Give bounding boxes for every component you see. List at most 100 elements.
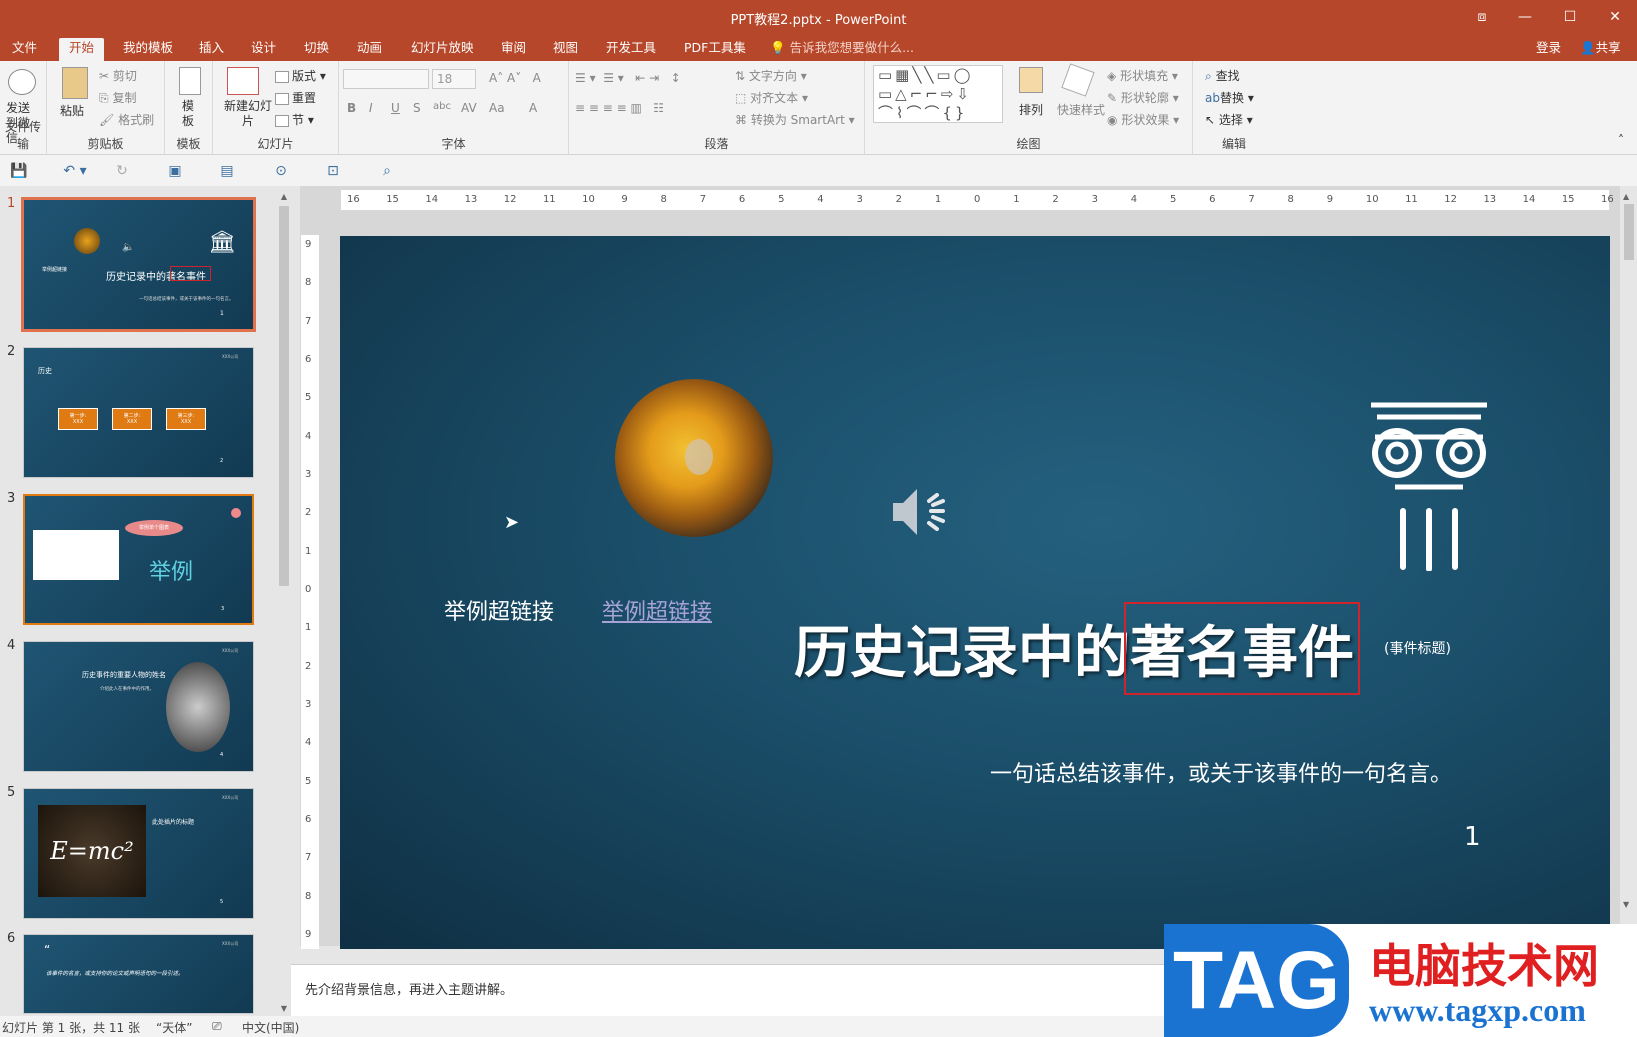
thumb-number: 3 — [7, 491, 16, 506]
tab-design[interactable]: 设计 — [241, 38, 286, 61]
close-button[interactable]: ✕ — [1595, 4, 1635, 30]
share-button[interactable]: 👤共享 — [1570, 38, 1631, 61]
save-icon[interactable]: 💾 — [10, 163, 28, 179]
tab-my-templates[interactable]: 我的模板 — [113, 38, 183, 61]
hyperlink-styled[interactable]: 举例超链接 — [602, 594, 712, 626]
paste-button[interactable]: 粘贴 — [60, 102, 84, 119]
thumbnail-scrollbar[interactable]: ▲ ▼ — [277, 192, 291, 1016]
slide-canvas[interactable]: 举例超链接 举例超链接 ➤ 历史记录中的著名事件 (事件标题) 一句话总结该事件… — [340, 236, 1610, 949]
ribbon-display-icon[interactable]: ⧈ — [1462, 4, 1502, 30]
hyperlink-plain[interactable]: 举例超链接 — [444, 594, 554, 626]
spellcheck-icon[interactable]: ⎚ — [212, 1019, 222, 1034]
find-button[interactable]: ⌕ 查找 — [1205, 67, 1240, 84]
ruler-tick-label: 7 — [305, 852, 312, 864]
smartart-button[interactable]: ⌘ 转换为 SmartArt ▾ — [735, 111, 855, 128]
tab-file[interactable]: 文件 — [2, 38, 47, 61]
scroll-up-icon[interactable]: ▲ — [277, 192, 291, 202]
shape-effects-button[interactable]: ◉ 形状效果 ▾ — [1107, 111, 1179, 128]
tab-animations[interactable]: 动画 — [347, 38, 392, 61]
slide-page-number: 1 — [1464, 822, 1481, 852]
replace-button[interactable]: ab替换 ▾ — [1205, 89, 1254, 106]
paint-bucket-icon: ◈ — [1107, 69, 1117, 83]
shape-fill-button[interactable]: ◈ 形状填充 ▾ — [1107, 67, 1178, 84]
tab-view[interactable]: 视图 — [543, 38, 588, 61]
bullets-icon[interactable]: ☰ ▾ ☰ ▾ ⇤ ⇥ ↕ — [575, 71, 681, 85]
minimize-button[interactable]: — — [1505, 4, 1545, 30]
thumbnail-slide-6[interactable]: XXX公司 “ 该事件的名言，或支持你的论文或声明语句的一段引述。 — [23, 934, 254, 1014]
align-icons[interactable]: ≡ ≡ ≡ ≡ ▥ ☷ — [575, 101, 664, 115]
slide-title[interactable]: 历史记录中的著名事件 — [794, 602, 1360, 695]
copy-button[interactable]: ⎘ 复制 — [99, 89, 136, 106]
thumbnail-slide-1[interactable]: 🔈 🏛 举例超链接 历史记录中的著名事件 一句话总结该事件，或关于该事件的一句名… — [21, 197, 256, 332]
scroll-down-icon[interactable]: ▼ — [277, 1004, 291, 1014]
slideshow-from-current-icon[interactable]: ⊙ — [272, 163, 290, 179]
char-spacing-icon[interactable]: AV — [461, 101, 477, 115]
new-slide-button[interactable]: 新建幻灯片 — [223, 99, 273, 129]
tab-home[interactable]: 开始 — [59, 38, 105, 61]
tab-review[interactable]: 审阅 — [491, 38, 536, 61]
grow-font-icon[interactable]: A˄ A˅ A — [489, 71, 541, 85]
quick-styles-button[interactable]: 快速样式 — [1057, 101, 1105, 118]
arrange-button[interactable]: 排列 — [1019, 101, 1043, 118]
template-button[interactable]: 模板 — [182, 99, 196, 129]
scroll-down-icon[interactable]: ▼ — [1623, 900, 1629, 909]
ruler-tick-label: 5 — [305, 392, 312, 404]
editor-scrollbar[interactable]: ▲ ▼ — [1621, 190, 1637, 960]
tell-me-box[interactable]: 💡 告诉我您想要做什么... — [760, 38, 924, 61]
new-slide-qat-icon[interactable]: ▣ — [166, 163, 184, 179]
select-button[interactable]: ↖ 选择 ▾ — [1205, 111, 1253, 128]
tab-slideshow[interactable]: 幻灯片放映 — [401, 38, 484, 61]
ruler-tick-label: 4 — [305, 430, 312, 442]
strikethrough-icon[interactable]: abc — [433, 101, 451, 112]
slide-thumbnail-panel: 1 🔈 🏛 举例超链接 历史记录中的著名事件 一句话总结该事件，或关于该事件的一… — [0, 186, 278, 1016]
change-case-icon[interactable]: Aa — [489, 101, 505, 115]
align-text-button[interactable]: ⬚ 对齐文本 ▾ — [735, 89, 808, 106]
italic-icon[interactable]: I — [369, 101, 373, 115]
cut-button[interactable]: ✂ 剪切 — [99, 67, 137, 84]
bold-icon[interactable]: B — [347, 101, 356, 115]
scroll-thumb[interactable] — [1624, 204, 1634, 260]
thumbnail-slide-2[interactable]: 历史 XXX公司 第一步: XXX 第二步: XXX 第三步: XXX 2 — [23, 347, 254, 478]
group-editing: ⌕ 查找 ab替换 ▾ ↖ 选择 ▾ 编辑 — [1193, 61, 1275, 155]
tab-transitions[interactable]: 切换 — [294, 38, 339, 61]
leaf-photo[interactable] — [615, 379, 773, 537]
thumbnail-slide-3[interactable]: 举例单个图表 举例 3 — [23, 494, 254, 625]
font-name-combo[interactable] — [343, 69, 429, 89]
speaker-icon[interactable] — [889, 481, 955, 543]
template-icon — [179, 67, 201, 95]
section-button[interactable]: 节 ▾ — [275, 111, 314, 128]
reset-button[interactable]: 重置 — [275, 89, 316, 106]
thumbnail-slide-4[interactable]: XXX公司 历史事件的重要人物的姓名 介绍此人在事件中的作用。 4 — [23, 641, 254, 772]
scroll-up-icon[interactable]: ▲ — [1623, 192, 1629, 201]
shape-outline-button[interactable]: ✎ 形状轮廓 ▾ — [1107, 89, 1179, 106]
redo-icon[interactable]: ↻ — [113, 163, 131, 179]
presenter-icon[interactable]: ⊡ — [324, 163, 342, 179]
shadow-icon[interactable]: S — [413, 101, 421, 115]
language[interactable]: 中文(中国) — [242, 1019, 299, 1036]
font-size-combo[interactable]: 18 — [432, 69, 476, 89]
maximize-button[interactable]: ☐ — [1550, 4, 1590, 30]
preview-icon[interactable]: ⌕ — [378, 163, 396, 179]
layout-button[interactable]: 版式 ▾ — [275, 67, 326, 84]
ruler-tick-label: 11 — [542, 194, 556, 205]
slide-subtitle[interactable]: 一句话总结该事件，或关于该事件的一句名言。 — [990, 756, 1452, 788]
underline-icon[interactable]: U — [391, 101, 400, 115]
login-link[interactable]: 登录 — [1526, 38, 1571, 61]
font-color-icon[interactable]: A — [529, 101, 537, 115]
leaf-highlight — [685, 439, 713, 475]
text-direction-button[interactable]: ⇅ 文字方向 ▾ — [735, 67, 807, 84]
scissors-icon: ✂ — [99, 69, 110, 83]
shapes-gallery[interactable]: ▭▦╲╲▭◯ ▭△⌐⌐⇨⇩ ⌒⌇⌒⌒{} — [873, 65, 1003, 123]
notes-text[interactable]: 先介绍背景信息，再进入主题讲解。 — [305, 979, 513, 998]
ruler-tick-label: 7 — [1248, 194, 1255, 205]
collapse-ribbon-icon[interactable]: ˄ — [1618, 133, 1624, 147]
format-painter-button[interactable]: 🖌 格式刷 — [99, 111, 154, 128]
tab-insert[interactable]: 插入 — [189, 38, 234, 61]
tab-developer[interactable]: 开发工具 — [596, 38, 666, 61]
text-direction-icon: ⇅ — [735, 69, 746, 83]
textbox-icon[interactable]: ▤ — [218, 163, 236, 179]
tab-pdf-tools[interactable]: PDF工具集 — [674, 38, 756, 61]
scroll-thumb[interactable] — [279, 206, 289, 586]
undo-icon[interactable]: ↶ ▾ — [60, 163, 90, 179]
thumbnail-slide-5[interactable]: XXX公司 E=mc² 此处插片的标题 5 — [23, 788, 254, 919]
